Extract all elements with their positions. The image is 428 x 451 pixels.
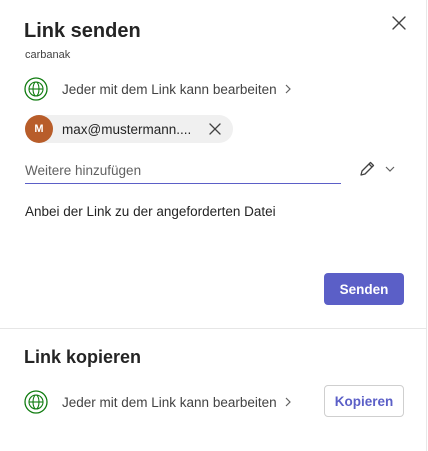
remove-icon[interactable] xyxy=(208,122,222,136)
link-permission-label: Jeder mit dem Link kann bearbeiten xyxy=(62,81,277,97)
copy-link-permission-label: Jeder mit dem Link kann bearbeiten xyxy=(62,394,277,410)
link-permission-button[interactable]: Jeder mit dem Link kann bearbeiten xyxy=(24,76,292,102)
message-text[interactable]: Anbei der Link zu der angeforderten Date… xyxy=(25,204,276,219)
chevron-right-icon xyxy=(285,397,291,407)
share-dialog: Link senden carbanak Jeder mit dem Link … xyxy=(0,0,427,451)
globe-icon xyxy=(24,77,48,101)
recipient-chip: M max@mustermann.... xyxy=(25,115,233,143)
dialog-title: Link senden xyxy=(24,20,141,42)
send-button[interactable]: Senden xyxy=(324,273,404,305)
globe-icon xyxy=(24,390,48,414)
copy-link-title: Link kopieren xyxy=(24,347,142,367)
chevron-right-icon xyxy=(285,84,291,94)
recipient-email: max@mustermann.... xyxy=(62,121,192,137)
chevron-down-icon xyxy=(385,166,395,172)
divider xyxy=(0,328,427,329)
file-name: carbanak xyxy=(25,49,71,61)
avatar: M xyxy=(25,115,53,143)
add-people-input[interactable] xyxy=(25,157,341,184)
close-icon[interactable] xyxy=(390,14,408,32)
pencil-icon xyxy=(360,161,375,176)
copy-link-permission-button[interactable]: Jeder mit dem Link kann bearbeiten xyxy=(24,389,292,415)
copy-button[interactable]: Kopieren xyxy=(324,385,404,417)
edit-permission-dropdown[interactable] xyxy=(358,158,398,180)
